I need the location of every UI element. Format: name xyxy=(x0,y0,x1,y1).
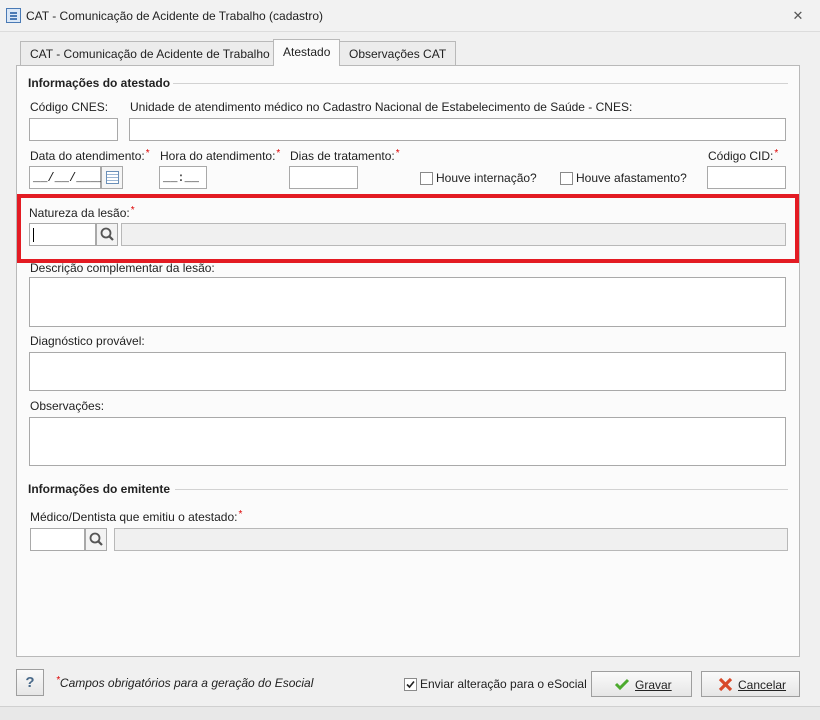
section-separator xyxy=(173,83,788,84)
text-cursor xyxy=(33,228,34,242)
gravar-button[interactable]: Gravar xyxy=(591,671,692,697)
enviar-esocial-checkbox[interactable] xyxy=(404,678,417,691)
medico-search-button[interactable] xyxy=(85,528,107,551)
hora-atendimento-input[interactable]: __:__ xyxy=(159,166,207,189)
section-separator xyxy=(175,489,788,490)
cancel-x-icon xyxy=(718,677,733,692)
cancelar-button[interactable]: Cancelar xyxy=(701,671,800,697)
observacoes-textarea[interactable] xyxy=(29,417,786,466)
unidade-cnes-label: Unidade de atendimento médico no Cadastr… xyxy=(130,100,633,114)
medico-label: Médico/Dentista que emitiu o atestado:* xyxy=(30,509,243,524)
check-icon xyxy=(406,680,415,689)
calendar-button[interactable] xyxy=(101,166,123,189)
title-bar: CAT - Comunicação de Acidente de Trabalh… xyxy=(0,0,820,32)
required-mark: * xyxy=(56,675,60,686)
medico-description xyxy=(114,528,788,551)
close-icon[interactable]: ✕ xyxy=(790,8,806,24)
diagnostico-label: Diagnóstico provável: xyxy=(30,334,145,348)
houve-internacao-checkbox[interactable] xyxy=(420,172,433,185)
app-form-icon xyxy=(6,8,21,23)
required-mark: * xyxy=(276,148,281,159)
help-button[interactable]: ? xyxy=(16,669,44,696)
tab-atestado[interactable]: Atestado xyxy=(273,39,341,66)
houve-afastamento-label: Houve afastamento? xyxy=(576,171,687,185)
descricao-complementar-textarea[interactable] xyxy=(29,277,786,327)
descricao-complementar-label: Descrição complementar da lesão: xyxy=(30,261,215,275)
natureza-lesao-label: Natureza da lesão:* xyxy=(29,205,135,220)
required-mark: * xyxy=(774,148,779,159)
required-mark: * xyxy=(130,205,135,216)
observacoes-label: Observações: xyxy=(30,399,105,413)
required-mark: * xyxy=(238,509,243,520)
data-atendimento-input[interactable]: __/__/____ xyxy=(29,166,105,189)
natureza-lesao-code-input[interactable] xyxy=(29,223,96,246)
search-icon xyxy=(100,227,114,241)
data-atendimento-label: Data do atendimento:* xyxy=(30,148,150,163)
codigo-cnes-label: Código CNES: xyxy=(30,100,109,114)
codigo-cid-label: Código CID:* xyxy=(708,148,779,163)
codigo-cid-input[interactable] xyxy=(707,166,786,189)
check-icon xyxy=(614,678,630,691)
unidade-cnes-input[interactable] xyxy=(129,118,786,141)
diagnostico-textarea[interactable] xyxy=(29,352,786,391)
houve-internacao-label: Houve internação? xyxy=(436,171,537,185)
tab-cat[interactable]: CAT - Comunicação de Acidente de Trabalh… xyxy=(20,41,280,65)
window-title: CAT - Comunicação de Acidente de Trabalh… xyxy=(26,9,324,23)
natureza-lesao-search-button[interactable] xyxy=(96,223,118,246)
tab-observacoes-cat[interactable]: Observações CAT xyxy=(339,41,457,65)
help-icon: ? xyxy=(25,674,35,691)
section-title-atestado: Informações do atestado xyxy=(28,76,171,90)
required-footnote: *Campos obrigatórios para a geração do E… xyxy=(56,675,314,690)
section-title-emitente: Informações do emitente xyxy=(28,482,171,496)
search-icon xyxy=(89,532,103,546)
calendar-icon xyxy=(106,171,119,184)
codigo-cnes-input[interactable] xyxy=(29,118,118,141)
enviar-esocial-label: Enviar alteração para o eSocial xyxy=(420,677,587,691)
required-mark: * xyxy=(395,148,400,159)
natureza-lesao-description xyxy=(121,223,786,246)
hora-atendimento-label: Hora do atendimento:* xyxy=(160,148,281,163)
medico-code-input[interactable] xyxy=(30,528,85,551)
gravar-label: Gravar xyxy=(635,678,672,692)
background-strip xyxy=(0,706,820,720)
dias-tratamento-label: Dias de tratamento:* xyxy=(290,148,400,163)
houve-afastamento-checkbox[interactable] xyxy=(560,172,573,185)
dias-tratamento-input[interactable] xyxy=(289,166,358,189)
cancelar-label: Cancelar xyxy=(738,678,787,692)
required-mark: * xyxy=(145,148,150,159)
